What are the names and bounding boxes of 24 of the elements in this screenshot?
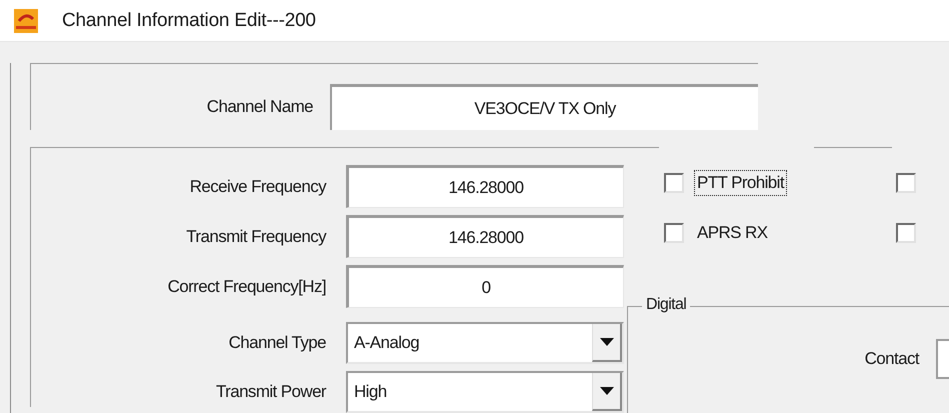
checkbox-label: PTT Prohibit xyxy=(694,170,787,196)
checkbox[interactable] xyxy=(896,223,916,243)
input-field[interactable]: VE3OCE/V TX Only xyxy=(330,84,758,130)
checkbox[interactable] xyxy=(664,223,684,243)
field-label: Transmit Frequency xyxy=(185,226,326,246)
caret-icon xyxy=(600,387,614,395)
checkbox-label: APRS RX xyxy=(696,222,768,244)
field-label: Transmit Power xyxy=(215,382,326,402)
window-title: Channel Information Edit---200 xyxy=(62,10,316,32)
field-label: Channel Name xyxy=(206,96,314,118)
input-field[interactable]: 146.28000 xyxy=(346,215,624,258)
group-title: Digital xyxy=(642,296,690,314)
field-label: Channel Type xyxy=(228,333,326,353)
input-field[interactable]: 0 xyxy=(346,265,624,308)
field-label: Contact xyxy=(864,349,919,369)
input-field[interactable]: 146.28000 xyxy=(346,165,624,208)
checkbox[interactable] xyxy=(664,173,684,193)
caret-icon xyxy=(600,338,614,346)
app-icon xyxy=(14,8,38,32)
dropdown[interactable]: High xyxy=(346,371,624,413)
dropdown[interactable]: A-Analog xyxy=(346,322,624,364)
field-label: Receive Frequency xyxy=(188,176,326,196)
field-label: Correct Frequency[Hz] xyxy=(166,276,326,296)
checkbox[interactable] xyxy=(896,173,916,193)
